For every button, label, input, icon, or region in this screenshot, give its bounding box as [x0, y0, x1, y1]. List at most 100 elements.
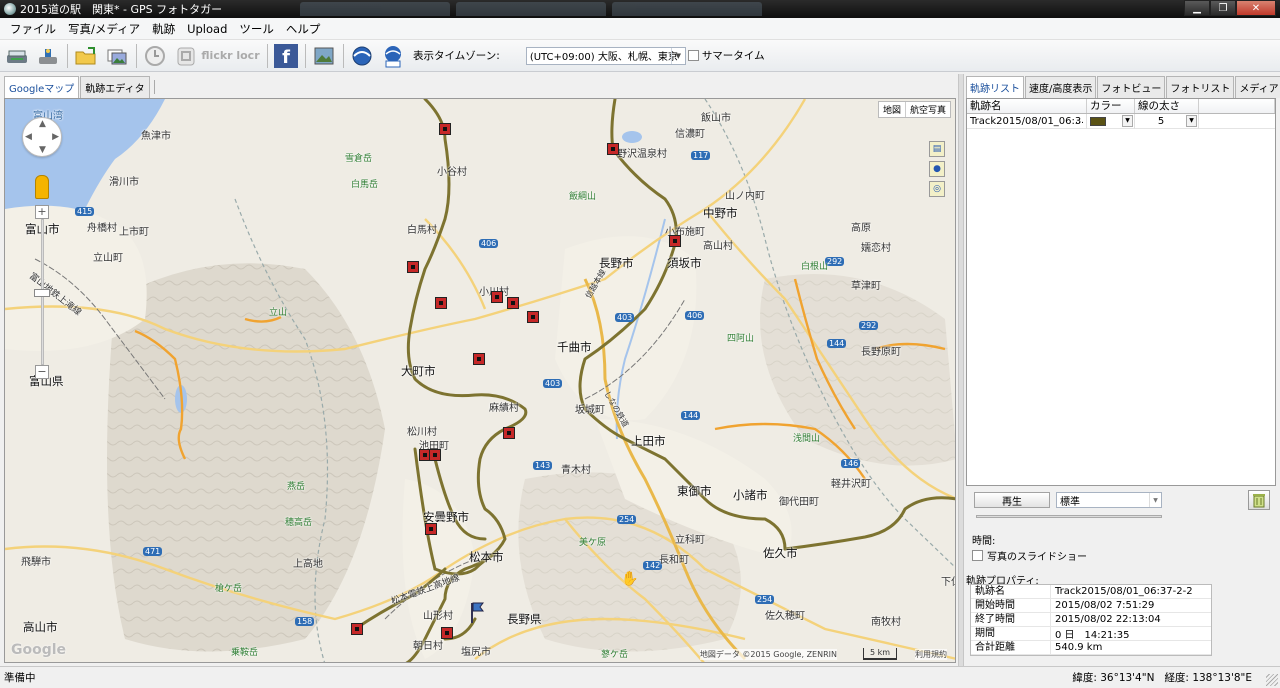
more-icon[interactable]: …	[1075, 116, 1084, 126]
track-width-cell[interactable]: 5 ▼	[1135, 113, 1199, 129]
menu-track[interactable]: 軌跡	[146, 21, 181, 37]
property-row: 開始時間 2015/08/02 7:51:29	[971, 598, 1211, 613]
tab-track-editor[interactable]: 軌跡エディタ	[80, 76, 150, 98]
pan-up-icon[interactable]: ▲	[39, 119, 46, 129]
calendar-button[interactable]	[171, 42, 201, 70]
zoom-in-button[interactable]: +	[35, 205, 49, 219]
column-header-color[interactable]: カラー	[1087, 99, 1135, 113]
track-name-cell[interactable]: Track2015/08/01_06:3 …	[967, 113, 1087, 129]
toolbar-separator	[136, 43, 137, 68]
route-shield: 158	[295, 617, 315, 626]
track-color-cell[interactable]: ▼	[1087, 113, 1135, 129]
menu-bar: ファイル 写真/メディア 軌跡 Upload ツール ヘルプ	[0, 18, 1280, 40]
waypoint-marker[interactable]	[429, 449, 441, 461]
menu-file[interactable]: ファイル	[4, 21, 62, 37]
map-type-satellite-button[interactable]: 航空写真	[904, 102, 950, 117]
waypoint-marker[interactable]	[425, 523, 437, 535]
table-header: 軌跡名 カラー 線の太さ	[967, 99, 1275, 114]
kmz-button[interactable]	[378, 42, 408, 70]
google-earth-button[interactable]	[347, 42, 377, 70]
right-panel: 軌跡リスト 速度/高度表示 フォトビュー フォトリスト メディアリスト 軌跡名 …	[964, 74, 1280, 666]
maximize-button[interactable]: ❐	[1210, 0, 1236, 16]
window-title: 2015道の駅 関東* - GPS フォトタガー	[20, 3, 223, 16]
tab-google-map[interactable]: Googleマップ	[4, 76, 80, 98]
waypoint-marker[interactable]	[407, 261, 419, 273]
dst-checkbox[interactable]	[687, 50, 699, 61]
table-row[interactable]: Track2015/08/01_06:3 … ▼ 5 ▼	[967, 113, 1275, 129]
app-icon	[4, 3, 16, 15]
zoom-handle[interactable]	[34, 289, 50, 297]
locr-button[interactable]: locr	[233, 42, 263, 70]
chevron-down-icon[interactable]: ▼	[1122, 114, 1133, 127]
dst-toggle[interactable]: サマータイム	[687, 48, 765, 63]
flag-icon[interactable]	[469, 601, 485, 625]
pan-down-icon[interactable]: ▼	[39, 145, 46, 155]
photos-icon	[107, 49, 127, 64]
waypoint-marker[interactable]	[669, 235, 681, 247]
waypoint-marker[interactable]	[527, 311, 539, 323]
property-row: 期間 0 日 14:21:35	[971, 626, 1211, 641]
street-view-pegman-icon[interactable]	[35, 175, 49, 199]
slideshow-toggle[interactable]: 写真のスライドショー	[972, 548, 1087, 563]
pan-left-icon[interactable]: ◀	[25, 132, 32, 142]
waypoint-marker[interactable]	[473, 353, 485, 365]
target-icon[interactable]: ◎	[929, 181, 945, 197]
pan-control[interactable]: ▲ ◀ ▶ ▼	[22, 117, 62, 157]
waypoint-marker[interactable]	[491, 291, 503, 303]
minimize-button[interactable]: ▁	[1184, 0, 1210, 16]
right-tab-strip: 軌跡リスト 速度/高度表示 フォトビュー フォトリスト メディアリスト	[964, 76, 1280, 98]
column-header-line-width[interactable]: 線の太さ	[1135, 99, 1199, 113]
playback-slider[interactable]	[976, 515, 1162, 518]
close-button[interactable]: ✕	[1236, 0, 1276, 16]
speed-select[interactable]: 標準 ▼	[1056, 492, 1162, 508]
pin-icon[interactable]: ●	[929, 161, 945, 177]
map-type-roadmap-button[interactable]: 地図	[879, 102, 905, 117]
google-map[interactable]: 415 406 117 403 403 406 144 292 292 144 …	[4, 98, 956, 663]
map-base-layer	[5, 99, 955, 662]
tab-media-list[interactable]: メディアリスト	[1235, 76, 1280, 98]
tab-photo-list[interactable]: フォトリスト	[1166, 76, 1235, 98]
waypoint-marker[interactable]	[439, 123, 451, 135]
property-value: 540.9 km	[1055, 642, 1103, 653]
open-folder-button[interactable]	[71, 42, 101, 70]
route-shield: 254	[617, 515, 637, 524]
play-button[interactable]: 再生	[974, 492, 1050, 508]
longitude-readout: 経度: 138°13'8"E	[1164, 672, 1252, 684]
google-earth-icon	[352, 46, 372, 65]
zoom-out-button[interactable]: −	[35, 365, 49, 379]
scanner-button[interactable]	[2, 42, 32, 70]
waypoint-marker[interactable]	[503, 427, 515, 439]
menu-photo-media[interactable]: 写真/メディア	[62, 21, 146, 37]
gps-device-button[interactable]	[33, 42, 63, 70]
timezone-select[interactable]: (UTC+09:00) 大阪、札幌、東京 ▼	[525, 46, 686, 65]
tab-track-list[interactable]: 軌跡リスト	[966, 76, 1024, 98]
track-list-table: 軌跡名 カラー 線の太さ Track2015/08/01_06:3 … ▼ 5 …	[966, 98, 1276, 486]
resize-grip[interactable]	[1266, 674, 1278, 686]
pan-right-icon[interactable]: ▶	[52, 132, 59, 142]
latitude-readout: 緯度: 36°13'4"N	[1072, 672, 1155, 684]
menu-upload[interactable]: Upload	[181, 22, 233, 36]
waypoint-marker[interactable]	[441, 627, 453, 639]
route-shield: 117	[691, 151, 711, 160]
photos-button[interactable]	[102, 42, 132, 70]
chevron-down-icon[interactable]: ▼	[1186, 114, 1197, 127]
column-header-track-name[interactable]: 軌跡名	[967, 99, 1087, 113]
window-controls: ▁ ❐ ✕	[1184, 0, 1276, 16]
waypoint-marker[interactable]	[607, 143, 619, 155]
waypoint-marker[interactable]	[351, 623, 363, 635]
menu-tools[interactable]: ツール	[233, 21, 280, 37]
clapperboard-icon[interactable]: ▤	[929, 141, 945, 157]
waypoint-marker[interactable]	[435, 297, 447, 309]
time-adjust-button[interactable]	[140, 42, 170, 70]
slideshow-checkbox[interactable]	[972, 550, 983, 561]
zoom-slider[interactable]: + −	[34, 205, 50, 381]
waypoint-marker[interactable]	[507, 297, 519, 309]
menu-help[interactable]: ヘルプ	[280, 21, 327, 37]
tab-speed-altitude[interactable]: 速度/高度表示	[1025, 76, 1097, 98]
picture-frame-button[interactable]	[309, 42, 339, 70]
map-terms-link[interactable]: 利用規約	[915, 649, 947, 660]
facebook-button[interactable]: f	[271, 42, 301, 70]
trash-button[interactable]	[1248, 490, 1270, 510]
tab-photo-view[interactable]: フォトビュー	[1097, 76, 1166, 98]
flickr-button[interactable]: flickr	[201, 42, 232, 70]
